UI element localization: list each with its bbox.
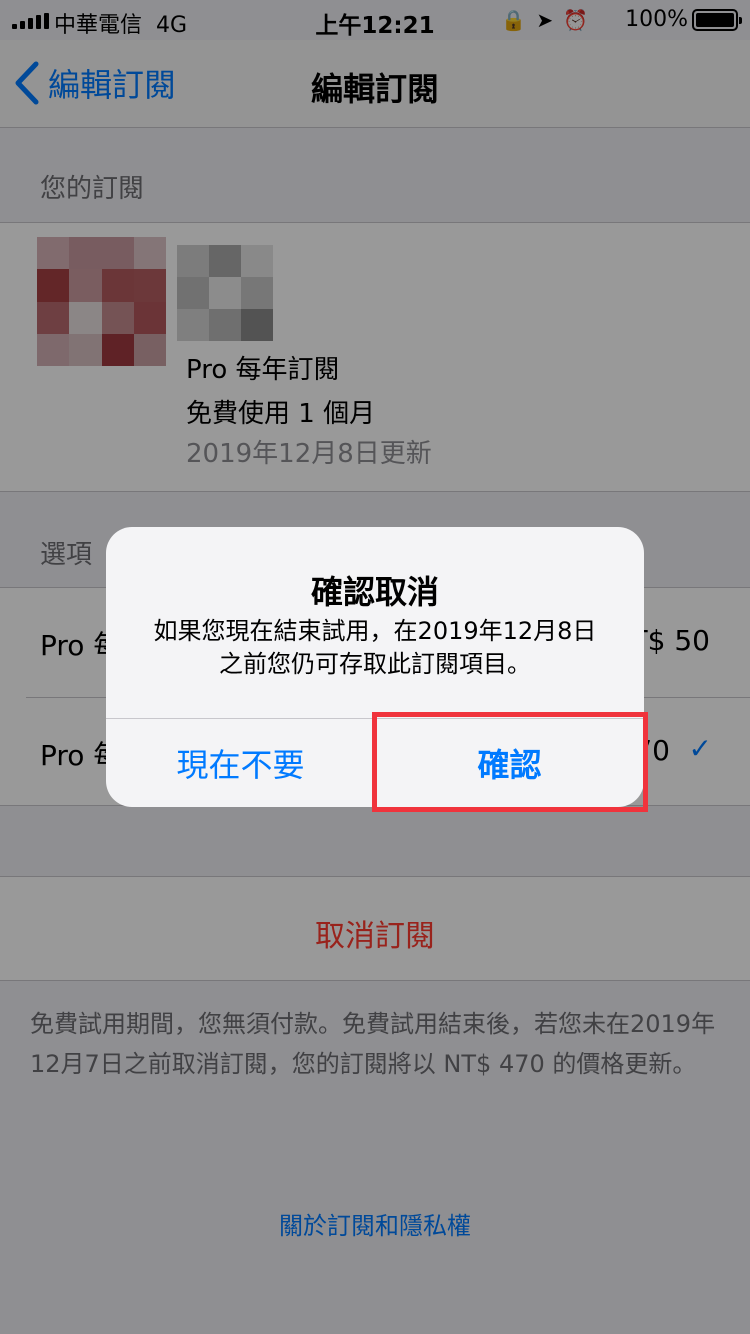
alert-message-line: 之前您仍可存取此訂閱項目。 bbox=[219, 650, 531, 678]
alert-message: 如果您現在結束試用，在2019年12月8日 之前您仍可存取此訂閱項目。 bbox=[126, 615, 624, 681]
confirm-button-highlight bbox=[372, 712, 648, 812]
alert-title: 確認取消 bbox=[310, 573, 439, 611]
alert-message-line: 如果您現在結束試用，在2019年12月8日 bbox=[153, 617, 597, 645]
not-now-button[interactable]: 現在不要 bbox=[106, 718, 375, 807]
